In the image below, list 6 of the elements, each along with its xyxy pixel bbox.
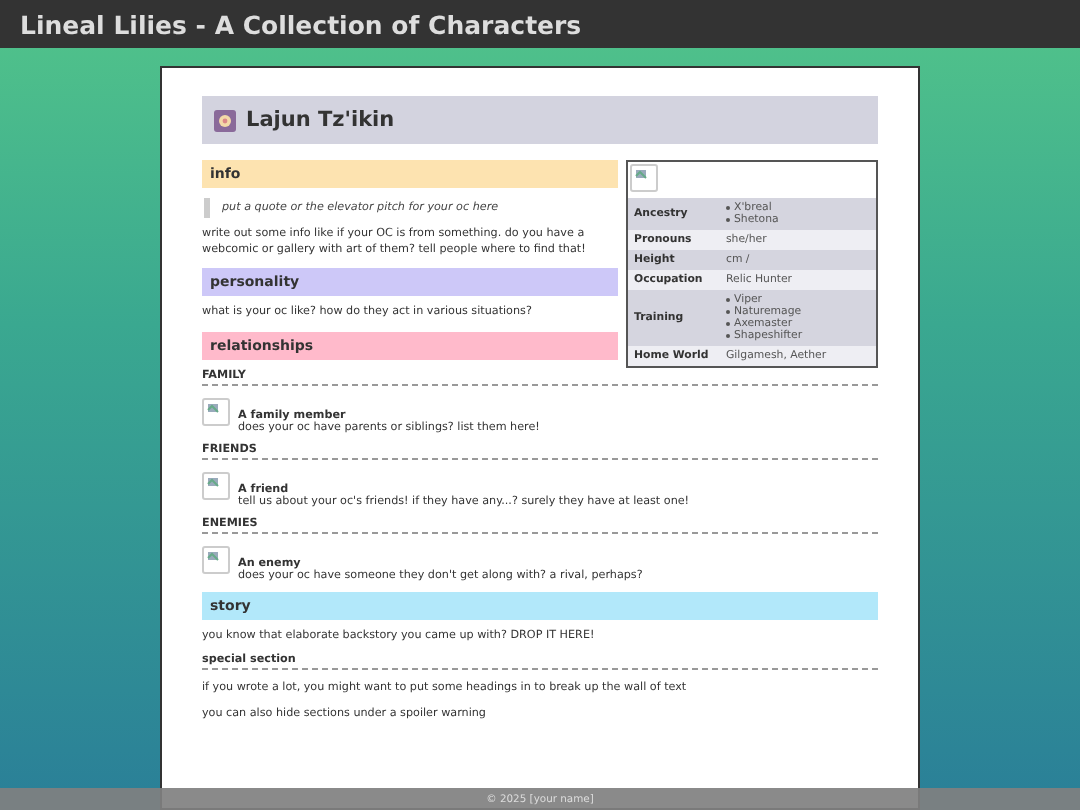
- broken-image-icon: [202, 545, 230, 574]
- broken-image-icon: [202, 471, 230, 500]
- broken-image-icon: [202, 397, 230, 426]
- character-name: Lajun Tz'ikin: [246, 108, 395, 132]
- flower-icon: [214, 109, 236, 131]
- site-title: Lineal Lilies - A Collection of Characters: [20, 9, 582, 39]
